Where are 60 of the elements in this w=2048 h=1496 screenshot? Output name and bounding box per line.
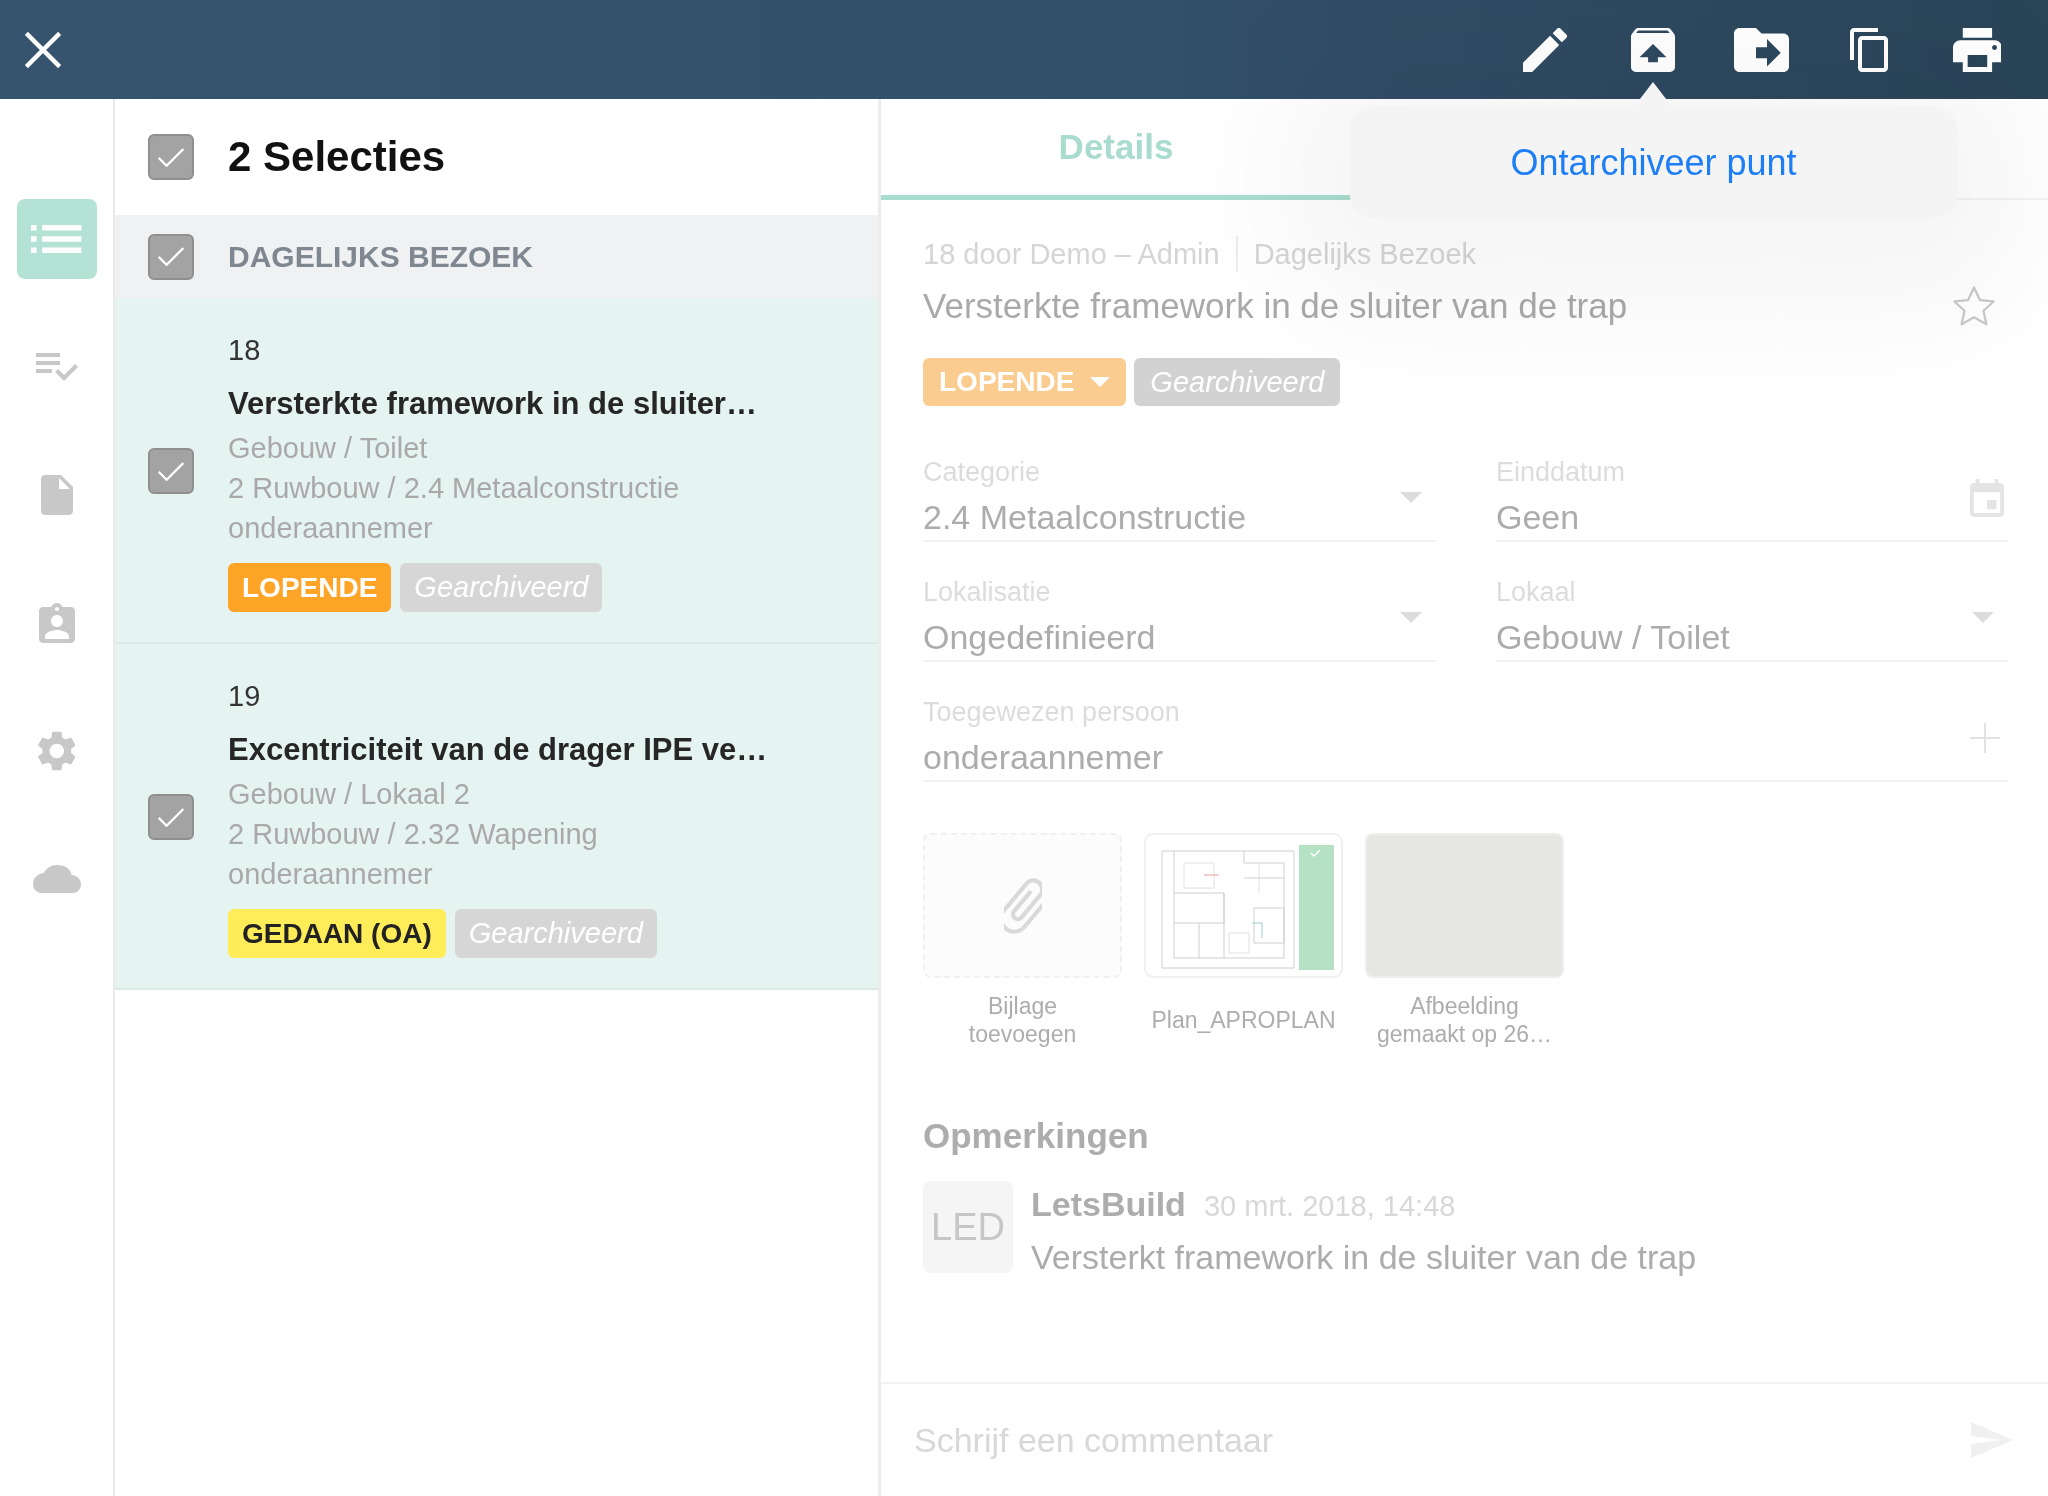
- comment-author: LetsBuild: [1031, 1184, 1186, 1225]
- caret-down-icon: [1972, 612, 1994, 623]
- item-location: Gebouw / Toilet: [228, 431, 429, 466]
- checkbox[interactable]: [148, 134, 194, 180]
- item-title: Excentriciteit van de drager IPE ve…: [228, 731, 768, 769]
- group-title: DAGELIJKS BEZOEK: [228, 239, 534, 274]
- tick-icon: [158, 147, 184, 167]
- tick-icon: [158, 247, 184, 266]
- item-title: Versterkte framework in de sluiter…: [228, 385, 757, 423]
- attachment-caption: Plan_APROPLAN: [1151, 1006, 1336, 1034]
- paperclip-icon: [1003, 876, 1042, 935]
- comment-text: Versterkt framework in de sluiter van de trap: [1031, 1237, 1697, 1278]
- floor-plan-drawing[interactable]: [1144, 833, 1343, 978]
- folder-arrow-icon: [1733, 27, 1789, 72]
- list-icon: [31, 225, 82, 253]
- checkbox[interactable]: [148, 448, 194, 494]
- field-value: Gebouw / Toilet: [1496, 617, 1731, 658]
- plus-icon: [1970, 722, 2000, 753]
- sidebar-item[interactable]: [16, 199, 97, 279]
- item-location: Gebouw / Lokaal 2: [228, 777, 471, 812]
- gear-icon: [37, 731, 76, 771]
- document-icon: [40, 475, 73, 515]
- tick-icon: [158, 807, 184, 827]
- status-badge[interactable]: LOPENDE: [923, 358, 1127, 406]
- field-value: Geen: [1496, 497, 1581, 538]
- attachment-caption: Bijlage toevoegen: [968, 992, 1077, 1048]
- caret-down-icon: [1400, 492, 1422, 503]
- list-check-icon: [35, 353, 78, 381]
- calendar-icon: [1970, 478, 2004, 517]
- add-attachment-button[interactable]: [923, 833, 1122, 978]
- item-number: 19: [228, 679, 262, 714]
- field-value: 2.4 Metaalconstructie: [923, 497, 1248, 538]
- field-value: onderaannemer: [923, 737, 1165, 778]
- cloud-icon: [32, 865, 81, 893]
- item-assignee: onderaannemer: [228, 511, 434, 546]
- item-category: 2 Ruwbouw / 2.4 Metaalconstructie: [228, 471, 681, 506]
- item-number: 18: [228, 333, 262, 368]
- pencil-icon: [1523, 27, 1567, 72]
- item-assignee: onderaannemer: [228, 857, 434, 892]
- status-badge: GEDAAN (OA): [228, 909, 446, 958]
- attachment-caption: Afbeelding gemaakt op 26…: [1375, 992, 1554, 1048]
- unarchive-menu-item[interactable]: Ontarchiveer punt: [1350, 107, 1957, 218]
- tick-icon: [158, 461, 184, 481]
- caret-down-icon: [1400, 612, 1422, 623]
- comments-heading: Opmerkingen: [923, 1115, 1150, 1157]
- photo-placeholder[interactable]: [1365, 833, 1564, 978]
- printer-icon: [1952, 27, 2002, 72]
- checkbox[interactable]: [148, 233, 194, 280]
- caret-down-icon: [1090, 377, 1111, 387]
- item-category: 2 Ruwbouw / 2.32 Wapening: [228, 817, 599, 852]
- box-up-arrow-icon: [1631, 27, 1675, 72]
- field-value: Ongedefinieerd: [923, 617, 1157, 658]
- selection-count: 2 Selecties: [228, 133, 446, 181]
- clipboard-person-icon: [38, 603, 75, 643]
- point-title: Versterkte framework in de sluiter van de trap: [923, 285, 1628, 327]
- copy-icon: [1850, 27, 1888, 72]
- status-badge: LOPENDE: [228, 563, 392, 612]
- star-icon[interactable]: [1953, 286, 1995, 326]
- checkbox[interactable]: [148, 794, 194, 840]
- close-icon: [24, 30, 62, 69]
